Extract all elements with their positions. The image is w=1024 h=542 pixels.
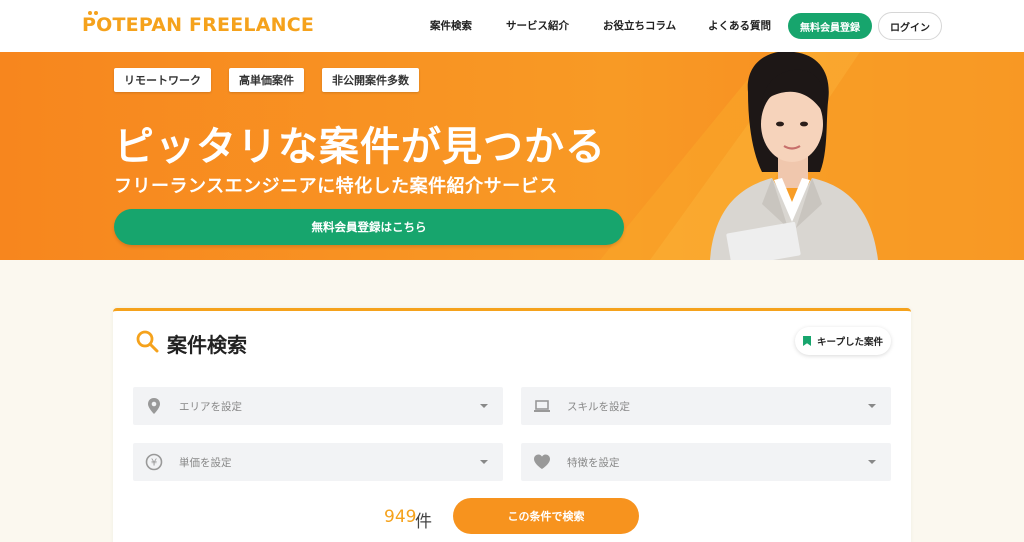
result-unit: 件 xyxy=(415,512,432,532)
hero-tag-private: 非公開案件多数 xyxy=(322,68,419,92)
hero-banner: リモートワーク 高単価案件 非公開案件多数 ピッタリな案件が見つかる フリーラン… xyxy=(0,52,1024,260)
job-search-panel: 案件検索 キープした案件 エリアを設定 スキルを設定 ¥ 単価を設定 特徴を設定… xyxy=(113,308,911,542)
feature-filter-label: 特徴を設定 xyxy=(567,457,620,469)
site-logo[interactable]: POTEPAN FREELANCE xyxy=(82,11,315,36)
logo-dot xyxy=(94,11,98,15)
kept-jobs-button[interactable]: キープした案件 xyxy=(795,327,891,355)
rate-filter-label: 単価を設定 xyxy=(179,457,232,469)
result-count: 949 xyxy=(384,507,417,527)
area-filter-select[interactable]: エリアを設定 xyxy=(133,387,503,425)
hero-tag-high-rate: 高単価案件 xyxy=(229,68,304,92)
chevron-down-icon xyxy=(868,460,876,464)
hero-subtitle: フリーランスエンジニアに特化した案件紹介サービス xyxy=(114,176,558,197)
chevron-down-icon xyxy=(868,404,876,408)
feature-filter-select[interactable]: 特徴を設定 xyxy=(521,443,891,481)
hero-woman-photo xyxy=(710,52,878,260)
heart-icon xyxy=(534,454,550,469)
header-register-button[interactable]: 無料会員登録 xyxy=(788,13,872,39)
logo-text: POTEPAN FREELANCE xyxy=(82,14,315,36)
nav-faq[interactable]: よくある質問 xyxy=(708,18,771,33)
search-submit-button[interactable]: この条件で検索 xyxy=(453,498,639,534)
area-filter-label: エリアを設定 xyxy=(179,401,242,413)
yen-icon: ¥ xyxy=(145,453,163,471)
nav-job-search[interactable]: 案件検索 xyxy=(430,18,472,33)
header-login-button[interactable]: ログイン xyxy=(878,12,942,40)
skill-filter-select[interactable]: スキルを設定 xyxy=(521,387,891,425)
rate-filter-select[interactable]: ¥ 単価を設定 xyxy=(133,443,503,481)
hero-register-button[interactable]: 無料会員登録はこちら xyxy=(114,209,624,245)
nav-column[interactable]: お役立ちコラム xyxy=(603,18,676,33)
nav-service-intro[interactable]: サービス紹介 xyxy=(506,18,569,33)
search-panel-title: 案件検索 xyxy=(167,333,247,357)
bookmark-icon xyxy=(803,336,812,346)
chevron-down-icon xyxy=(480,404,488,408)
logo-dot xyxy=(88,11,92,15)
search-icon xyxy=(136,330,159,353)
hero-title: ピッタリな案件が見つかる xyxy=(114,124,606,170)
kept-jobs-label: キープした案件 xyxy=(817,337,883,348)
skill-filter-label: スキルを設定 xyxy=(567,401,630,413)
laptop-icon xyxy=(534,400,550,412)
location-pin-icon xyxy=(148,398,160,414)
chevron-down-icon xyxy=(480,460,488,464)
site-header: POTEPAN FREELANCE 案件検索 サービス紹介 お役立ちコラム よく… xyxy=(0,0,1024,52)
hero-tag-remote: リモートワーク xyxy=(114,68,211,92)
svg-text:¥: ¥ xyxy=(151,458,157,469)
